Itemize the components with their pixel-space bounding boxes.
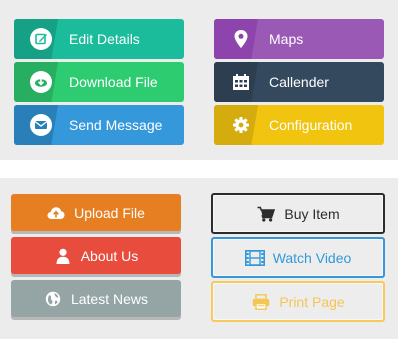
send-message-button[interactable]: Send Message — [14, 105, 184, 145]
upload-file-button[interactable]: Upload File — [11, 194, 181, 231]
calendar-label: Callender — [269, 74, 329, 90]
print-page-label: Print Page — [279, 293, 345, 310]
edit-icon — [29, 27, 53, 51]
section-divider — [0, 160, 398, 178]
globe-icon — [44, 290, 62, 308]
gear-icon — [229, 113, 253, 137]
film-icon — [244, 249, 265, 267]
print-page-button[interactable]: Print Page — [211, 281, 385, 322]
download-file-button[interactable]: Download File — [14, 62, 184, 102]
print-icon — [251, 293, 271, 311]
bottom-button-panel: Upload File About Us Latest News Buy Ite… — [0, 178, 398, 339]
edit-details-button[interactable]: Edit Details — [14, 19, 184, 59]
top-button-panel: Edit Details Download File Send Message — [0, 0, 398, 160]
watch-video-button[interactable]: Watch Video — [211, 237, 385, 278]
envelope-icon — [29, 113, 53, 137]
about-us-label: About Us — [80, 247, 139, 264]
configuration-button[interactable]: Configuration — [214, 105, 384, 145]
download-file-label: Download File — [69, 74, 158, 90]
maps-label: Maps — [269, 31, 304, 47]
about-us-button[interactable]: About Us — [11, 237, 181, 274]
edit-details-label: Edit Details — [69, 31, 140, 47]
watch-video-label: Watch Video — [272, 249, 352, 266]
latest-news-label: Latest News — [70, 290, 149, 307]
buy-item-button[interactable]: Buy Item — [211, 193, 385, 234]
calendar-button[interactable]: Callender — [214, 62, 384, 102]
cart-icon — [256, 205, 276, 223]
map-marker-icon — [229, 27, 253, 51]
calendar-icon — [229, 70, 253, 94]
maps-button[interactable]: Maps — [214, 19, 384, 59]
download-icon — [29, 70, 53, 94]
buy-item-label: Buy Item — [284, 205, 340, 222]
cloud-upload-icon — [47, 204, 65, 222]
user-icon — [54, 247, 72, 265]
upload-file-label: Upload File — [74, 204, 145, 221]
configuration-label: Configuration — [269, 117, 353, 133]
send-message-label: Send Message — [69, 117, 163, 133]
latest-news-button[interactable]: Latest News — [11, 280, 181, 317]
